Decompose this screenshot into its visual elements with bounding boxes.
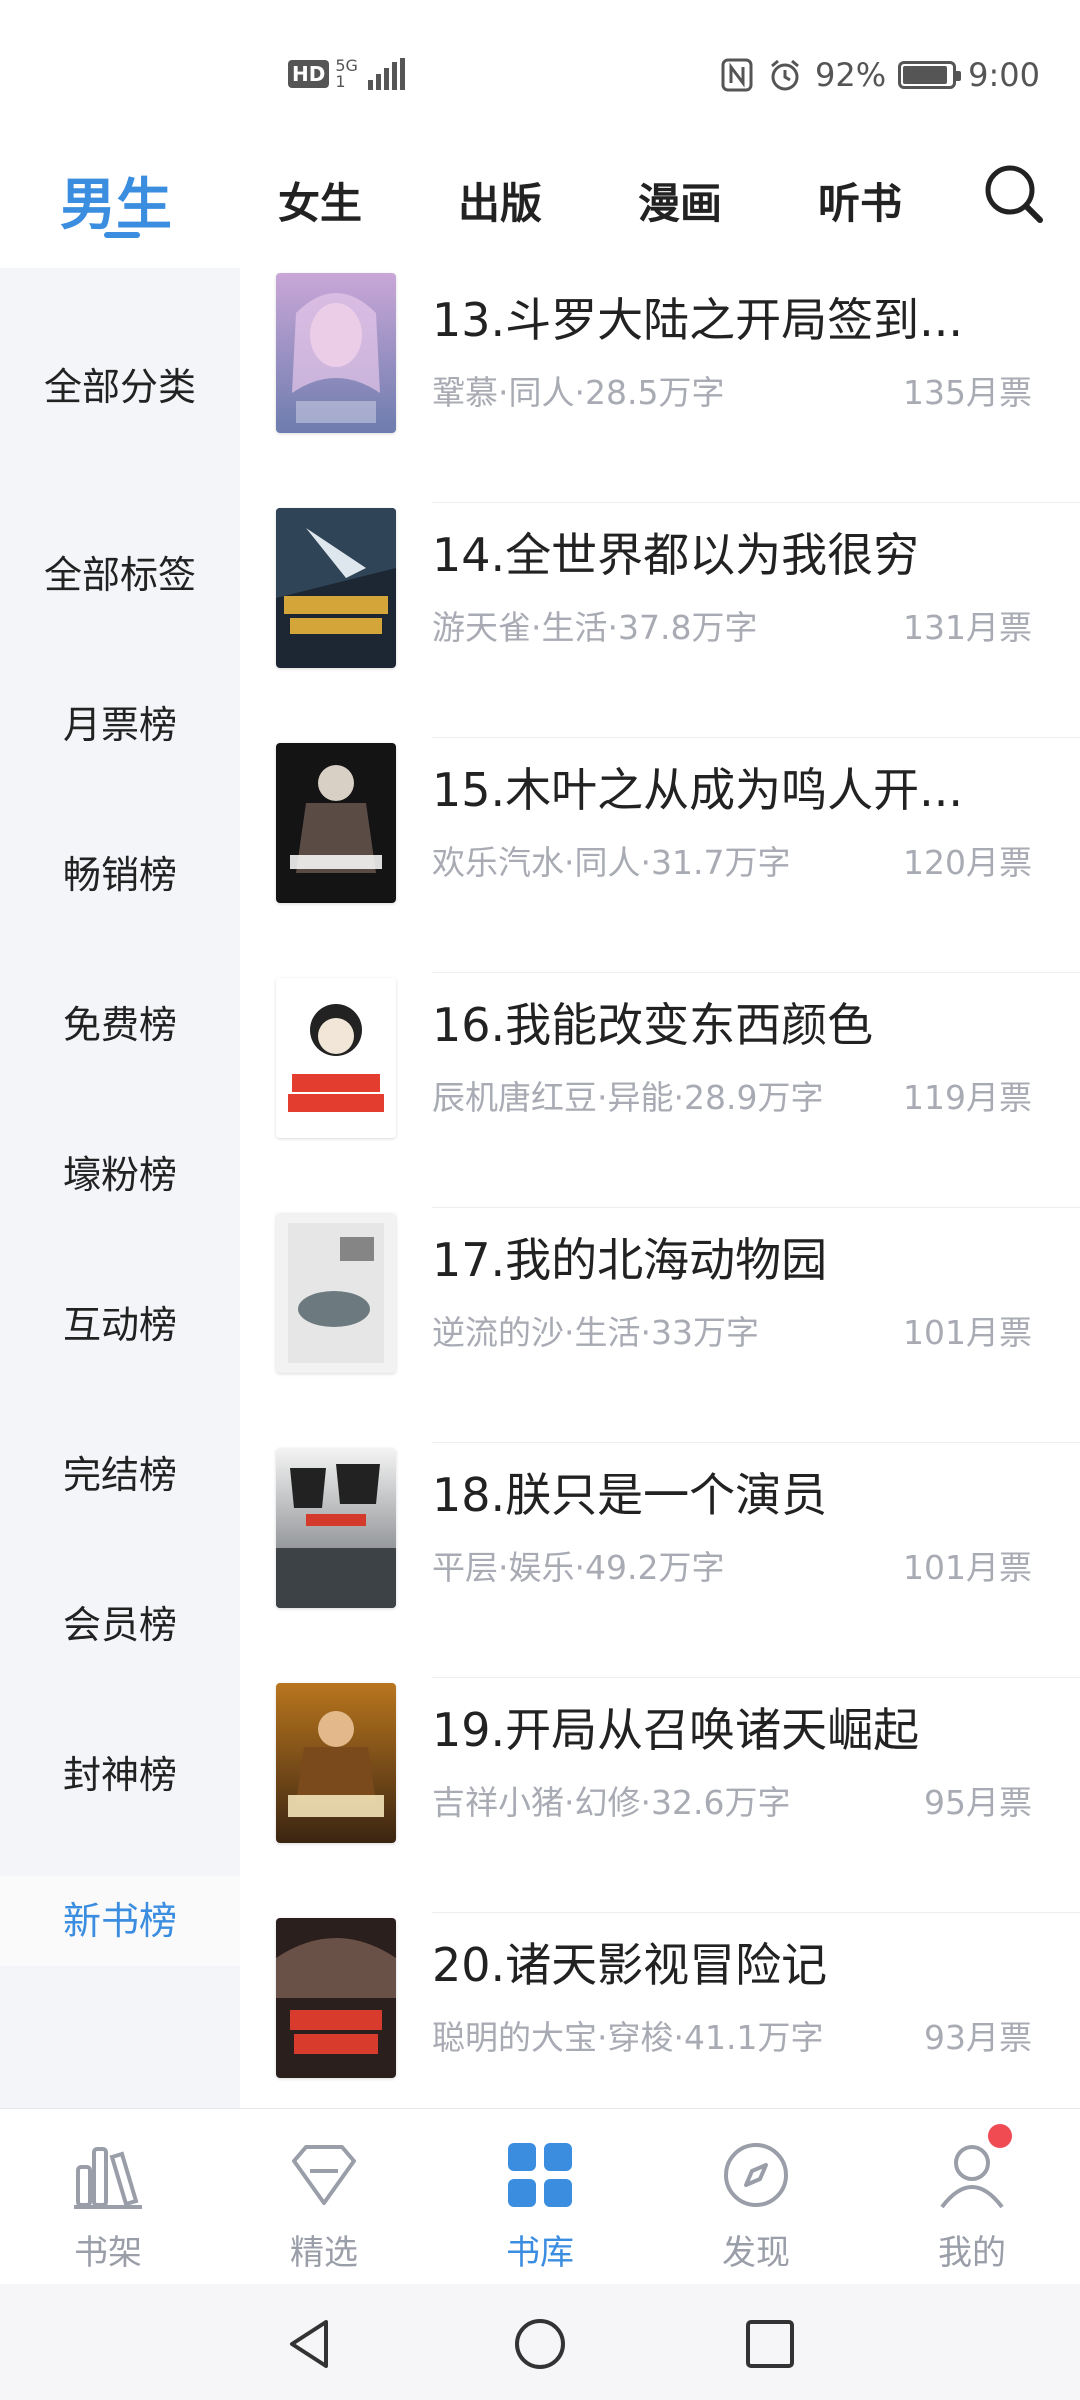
book-item[interactable]: 20.诸天影视冒险记 聪明的大宝·穿梭·41.1万字 93月票 xyxy=(240,1913,1080,2108)
nav-label: 书架 xyxy=(74,2233,142,2273)
book-meta: 鞏慕·同人·28.5万字 xyxy=(432,373,725,412)
status-bar: HD 5G 1 92% 9:00 xyxy=(0,0,1080,150)
battery-fill xyxy=(903,66,948,84)
nav-label: 书库 xyxy=(506,2233,574,2273)
battery-percent: 92% xyxy=(815,56,887,94)
book-cover-image[interactable] xyxy=(276,273,396,433)
system-nav-bar xyxy=(0,2284,1080,2400)
book-meta: 吉祥小猪·幻修·32.6万字 xyxy=(432,1783,791,1822)
book-meta: 平层·娱乐·49.2万字 xyxy=(432,1548,725,1587)
tab-audiobook[interactable]: 听书 xyxy=(818,170,902,231)
nav-label: 发现 xyxy=(722,2233,790,2273)
book-cover-image[interactable] xyxy=(276,978,396,1138)
book-title: 13.斗罗大陆之开局签到... xyxy=(432,293,964,347)
book-votes: 93月票 xyxy=(924,2018,1032,2057)
book-item[interactable]: 17.我的北海动物园 逆流的沙·生活·33万字 101月票 xyxy=(240,1208,1080,1443)
book-title: 18.朕只是一个演员 xyxy=(432,1468,828,1522)
network-type: 5G 1 xyxy=(335,58,358,90)
book-votes: 120月票 xyxy=(903,843,1032,882)
sidebar-item-all-tags[interactable]: 全部标签 xyxy=(0,544,240,599)
nav-featured[interactable]: 精选 xyxy=(264,2137,384,2274)
network-sub: 1 xyxy=(335,72,346,91)
tab-female[interactable]: 女生 xyxy=(278,170,362,231)
sidebar-item-top-fans[interactable]: 壕粉榜 xyxy=(0,1144,240,1199)
sidebar-item-new-books[interactable]: 新书榜 xyxy=(0,1876,240,1966)
alarm-icon xyxy=(771,59,799,91)
book-meta: 辰机唐红豆·异能·28.9万字 xyxy=(432,1078,824,1117)
compass-icon xyxy=(724,2143,788,2207)
book-votes: 135月票 xyxy=(903,373,1032,412)
tab-publish[interactable]: 出版 xyxy=(458,170,542,231)
book-title: 14.全世界都以为我很穷 xyxy=(432,528,920,582)
nav-library[interactable]: 书库 xyxy=(480,2137,600,2274)
book-item[interactable]: 15.木叶之从成为鸣人开... 欢乐汽水·同人·31.7万字 120月票 xyxy=(240,738,1080,973)
category-tabs: 男生 女生 出版 漫画 听书 xyxy=(0,150,1080,268)
grid-icon xyxy=(508,2143,572,2207)
recents-icon[interactable] xyxy=(740,2314,800,2374)
hd-badge: HD xyxy=(288,60,330,88)
nav-label: 我的 xyxy=(938,2233,1006,2273)
sidebar-item-free[interactable]: 免费榜 xyxy=(0,994,240,1049)
nav-label: 精选 xyxy=(290,2233,358,2273)
book-title: 15.木叶之从成为鸣人开... xyxy=(432,763,964,817)
bookshelf-icon xyxy=(74,2147,142,2209)
profile-icon xyxy=(940,2145,1004,2209)
book-meta: 聪明的大宝·穿梭·41.1万字 xyxy=(432,2018,824,2057)
book-cover-image[interactable] xyxy=(276,1213,396,1373)
book-cover-image[interactable] xyxy=(276,1918,396,2078)
book-meta: 欢乐汽水·同人·31.7万字 xyxy=(432,843,791,882)
book-title: 16.我能改变东西颜色 xyxy=(432,998,874,1052)
tab-comics[interactable]: 漫画 xyxy=(638,170,722,231)
book-item[interactable]: 19.开局从召唤诸天崛起 吉祥小猪·幻修·32.6万字 95月票 xyxy=(240,1678,1080,1913)
notification-dot xyxy=(988,2124,1012,2148)
sidebar-item-hall-of-fame[interactable]: 封神榜 xyxy=(0,1744,240,1799)
book-title: 17.我的北海动物园 xyxy=(432,1233,828,1287)
search-icon[interactable] xyxy=(982,162,1046,226)
home-icon[interactable] xyxy=(510,2314,570,2374)
diamond-icon xyxy=(292,2145,356,2205)
book-votes: 119月票 xyxy=(903,1078,1032,1117)
signal-icon xyxy=(367,58,405,90)
active-tab-underline xyxy=(104,232,140,238)
book-cover-image[interactable] xyxy=(276,1448,396,1608)
status-right: 92% 9:00 xyxy=(719,56,1040,94)
tab-male[interactable]: 男生 xyxy=(60,160,172,241)
nfc-icon xyxy=(721,58,753,92)
book-cover-image[interactable] xyxy=(276,508,396,668)
book-cover-image[interactable] xyxy=(276,743,396,903)
book-cover-image[interactable] xyxy=(276,1683,396,1843)
sidebar-item-bestseller[interactable]: 畅销榜 xyxy=(0,844,240,899)
sidebar-item-interaction[interactable]: 互动榜 xyxy=(0,1294,240,1349)
book-meta: 游天雀·生活·37.8万字 xyxy=(432,608,758,647)
book-list: 13.斗罗大陆之开局签到... 鞏慕·同人·28.5万字 135月票 14.全世… xyxy=(240,268,1080,2108)
sidebar-item-all-categories[interactable]: 全部分类 xyxy=(0,356,240,411)
battery-icon xyxy=(898,61,962,89)
signal-group: HD 5G 1 xyxy=(288,58,405,90)
book-votes: 101月票 xyxy=(903,1313,1032,1352)
book-votes: 131月票 xyxy=(903,608,1032,647)
book-item[interactable]: 16.我能改变东西颜色 辰机唐红豆·异能·28.9万字 119月票 xyxy=(240,973,1080,1208)
book-item[interactable]: 14.全世界都以为我很穷 游天雀·生活·37.8万字 131月票 xyxy=(240,503,1080,738)
nav-discover[interactable]: 发现 xyxy=(696,2137,816,2274)
book-item[interactable]: 18.朕只是一个演员 平层·娱乐·49.2万字 101月票 xyxy=(240,1443,1080,1678)
book-item[interactable]: 13.斗罗大陆之开局签到... 鞏慕·同人·28.5万字 135月票 xyxy=(240,268,1080,503)
book-votes: 95月票 xyxy=(924,1783,1032,1822)
book-title: 19.开局从召唤诸天崛起 xyxy=(432,1703,920,1757)
nav-profile[interactable]: 我的 xyxy=(912,2137,1032,2274)
sidebar-item-member[interactable]: 会员榜 xyxy=(0,1594,240,1649)
sidebar-item-completed[interactable]: 完结榜 xyxy=(0,1444,240,1499)
rank-sidebar: 全部分类 全部标签 月票榜 畅销榜 免费榜 壕粉榜 互动榜 完结榜 会员榜 封神… xyxy=(0,268,240,2376)
back-icon[interactable] xyxy=(280,2314,340,2374)
clock: 9:00 xyxy=(968,56,1040,94)
sidebar-item-monthly-votes[interactable]: 月票榜 xyxy=(0,694,240,749)
bottom-nav: 书架 精选 书库 发现 我的 xyxy=(0,2108,1080,2284)
book-votes: 101月票 xyxy=(903,1548,1032,1587)
book-meta: 逆流的沙·生活·33万字 xyxy=(432,1313,759,1352)
book-title: 20.诸天影视冒险记 xyxy=(432,1938,828,1992)
nav-bookshelf[interactable]: 书架 xyxy=(48,2137,168,2274)
